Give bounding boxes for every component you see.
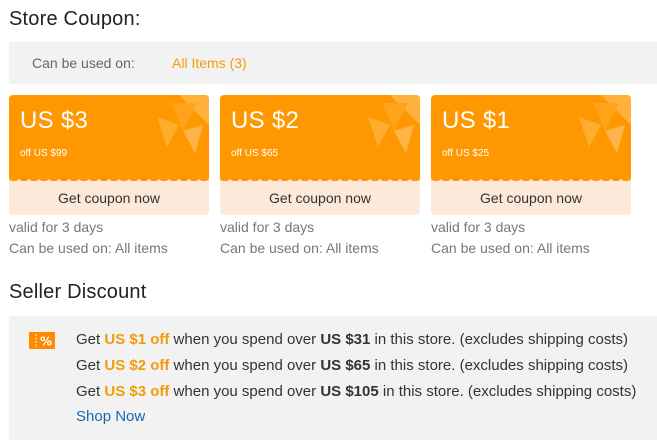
get-coupon-button[interactable]: Get coupon now [431, 181, 631, 215]
filter-all-items-link[interactable]: All Items (3) [172, 55, 247, 71]
coupon-filter-bar: Can be used on: All Items (3) [9, 42, 657, 84]
coupon-card: US $3 off US $99 Get coupon now [9, 95, 209, 215]
discount-suffix: in this store. (excludes shipping costs) [382, 383, 637, 400]
coupon-amount: US $1 [442, 107, 511, 134]
filter-label: Can be used on: [32, 55, 135, 71]
get-coupon-button[interactable]: Get coupon now [220, 181, 420, 215]
coupon-face: US $1 off US $25 [431, 95, 631, 181]
discount-suffix: in this store. (excludes shipping costs) [374, 331, 628, 348]
coupon-amount: US $2 [231, 107, 300, 134]
coupon-meta: valid for 3 days Can be used on: All ite… [220, 217, 379, 259]
coupon-validity: valid for 3 days [9, 219, 104, 235]
discount-threshold: US $65 [320, 357, 371, 374]
coupon-card: US $1 off US $25 Get coupon now [431, 95, 631, 215]
get-coupon-button[interactable]: Get coupon now [9, 181, 209, 215]
discount-prefix: Get [76, 331, 101, 348]
seller-discount-panel: % Get US $1 off when you spend over US $… [9, 316, 657, 440]
coupon-usage: Can be used on: All items [9, 240, 168, 256]
coupon-min-spend: off US $99 [20, 148, 68, 159]
coupon-validity: valid for 3 days [431, 219, 526, 235]
coupon-validity: valid for 3 days [220, 219, 315, 235]
coupon-decoration-icon [368, 95, 420, 153]
coupon-usage: Can be used on: All items [220, 240, 379, 256]
shop-now-link[interactable]: Shop Now [76, 408, 145, 425]
coupon-min-spend: off US $25 [442, 148, 490, 159]
coupon-meta: valid for 3 days Can be used on: All ite… [9, 217, 168, 259]
store-coupon-title: Store Coupon: [9, 8, 141, 30]
coupon-decoration-icon [579, 95, 631, 153]
discount-suffix: in this store. (excludes shipping costs) [374, 357, 628, 374]
coupon-face: US $2 off US $65 [220, 95, 420, 181]
coupon-usage: Can be used on: All items [431, 240, 590, 256]
coupon-card: US $2 off US $65 Get coupon now [220, 95, 420, 215]
coupon-face: US $3 off US $99 [9, 95, 209, 181]
discount-condition: when you spend over [173, 383, 317, 400]
svg-text:%: % [40, 335, 52, 349]
discount-tier: Get US $1 off when you spend over US $31… [76, 331, 628, 348]
discount-prefix: Get [76, 357, 101, 374]
discount-amount: US $1 off [104, 331, 170, 348]
discount-condition: when you spend over [173, 357, 317, 374]
discount-condition: when you spend over [173, 331, 317, 348]
discount-amount: US $3 off [104, 383, 170, 400]
percent-icon: % [29, 332, 55, 349]
seller-discount-title: Seller Discount [9, 281, 147, 303]
discount-tier: Get US $3 off when you spend over US $10… [76, 383, 636, 400]
coupon-min-spend: off US $65 [231, 148, 279, 159]
coupon-amount: US $3 [20, 107, 89, 134]
discount-threshold: US $31 [320, 331, 371, 348]
discount-threshold: US $105 [320, 383, 379, 400]
discount-tier: Get US $2 off when you spend over US $65… [76, 357, 628, 374]
discount-prefix: Get [76, 383, 101, 400]
discount-amount: US $2 off [104, 357, 170, 374]
coupon-decoration-icon [157, 95, 209, 153]
coupon-meta: valid for 3 days Can be used on: All ite… [431, 217, 590, 259]
